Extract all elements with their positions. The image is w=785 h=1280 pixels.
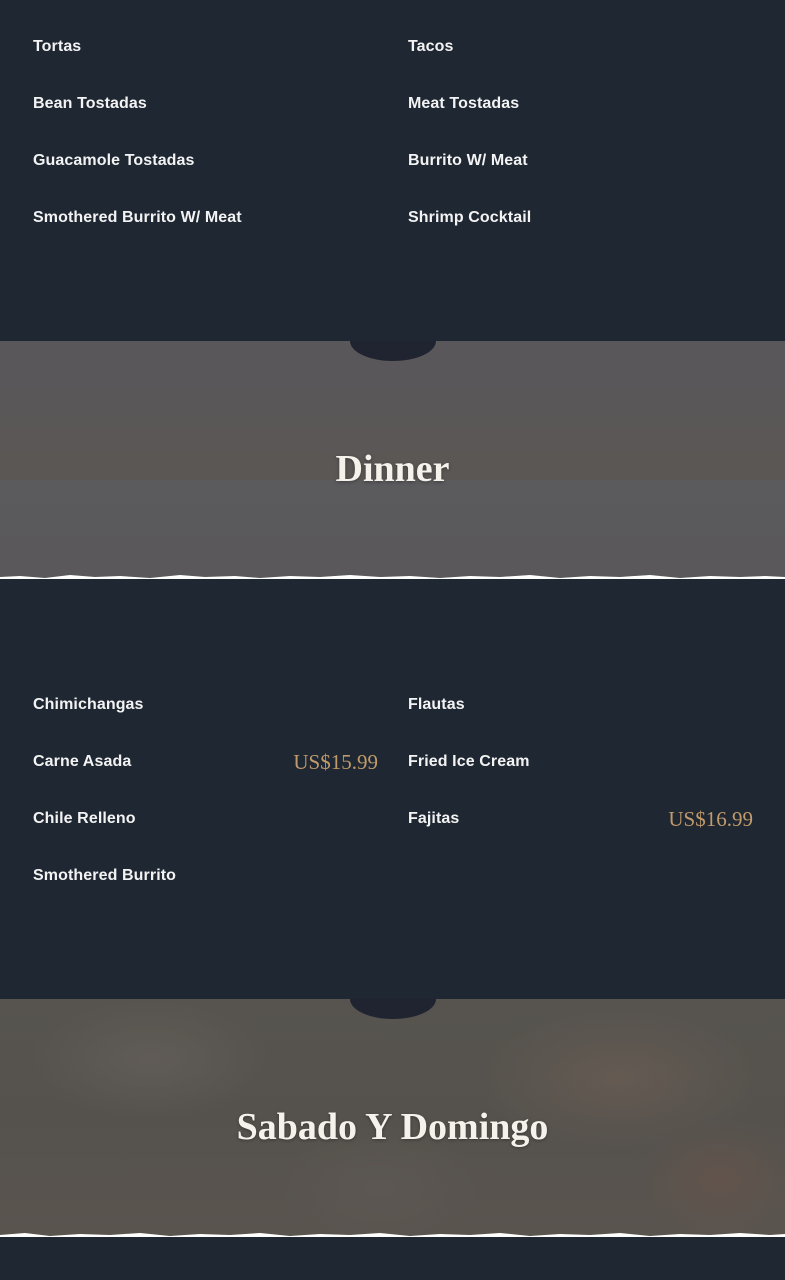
menu-item[interactable]: Flautas	[408, 693, 753, 717]
menu-item[interactable]: Bean Tostadas	[33, 92, 378, 116]
menu-item[interactable]: Meat Tostadas	[408, 92, 753, 116]
menu-item-name: Shrimp Cocktail	[408, 209, 532, 226]
section-heading-dinner: Dinner	[335, 448, 450, 490]
menu-item-name: Fried Ice Cream	[408, 753, 530, 770]
torn-edge-divider	[0, 575, 785, 581]
menu-item[interactable]: Smothered Burrito	[33, 864, 378, 888]
menu-item[interactable]: Carne Asada US$15.99	[33, 750, 378, 774]
menu-item-name: Chimichangas	[33, 696, 144, 713]
menu-item[interactable]: Smothered Burrito W/ Meat	[33, 206, 378, 230]
menu-item-name: Flautas	[408, 696, 465, 713]
menu-item-name: Chile Relleno	[33, 810, 136, 827]
menu-item-name: Smothered Burrito	[33, 867, 177, 884]
dinner-banner: Dinner	[0, 341, 785, 581]
menu-item-name: Fajitas	[408, 810, 460, 827]
menu-item-name: Burrito W/ Meat	[408, 152, 528, 169]
menu-item[interactable]: Shrimp Cocktail	[408, 206, 753, 230]
menu-item-name: Tortas	[33, 38, 82, 55]
menu-item-price: US$15.99	[293, 749, 378, 774]
menu-item[interactable]: Chile Relleno	[33, 807, 378, 831]
menu-item[interactable]: Fried Ice Cream	[408, 750, 753, 774]
menu-item[interactable]: Tacos	[408, 35, 753, 59]
weekend-banner: Sabado Y Domingo	[0, 999, 785, 1239]
lunch-menu-section: Tortas Tacos Bean Tostadas Meat Tostadas…	[0, 0, 785, 341]
menu-item[interactable]: Fajitas US$16.99	[408, 807, 753, 831]
menu-item-name: Carne Asada	[33, 753, 132, 770]
menu-item-price: US$16.99	[668, 806, 753, 831]
menu-item[interactable]: Chimichangas	[33, 693, 378, 717]
next-section-start	[0, 1239, 785, 1280]
dinner-menu-section: Chimichangas Flautas Carne Asada US$15.9…	[0, 581, 785, 999]
section-heading-weekend: Sabado Y Domingo	[236, 1106, 549, 1148]
menu-item-name: Tacos	[408, 38, 454, 55]
menu-item[interactable]: Burrito W/ Meat	[408, 149, 753, 173]
menu-item[interactable]: Guacamole Tostadas	[33, 149, 378, 173]
menu-item-name: Smothered Burrito W/ Meat	[33, 209, 242, 226]
menu-item-name: Guacamole Tostadas	[33, 152, 195, 169]
menu-item-name: Meat Tostadas	[408, 95, 520, 112]
menu-item-name: Bean Tostadas	[33, 95, 147, 112]
torn-edge-divider	[0, 1233, 785, 1239]
menu-item[interactable]: Tortas	[33, 35, 378, 59]
